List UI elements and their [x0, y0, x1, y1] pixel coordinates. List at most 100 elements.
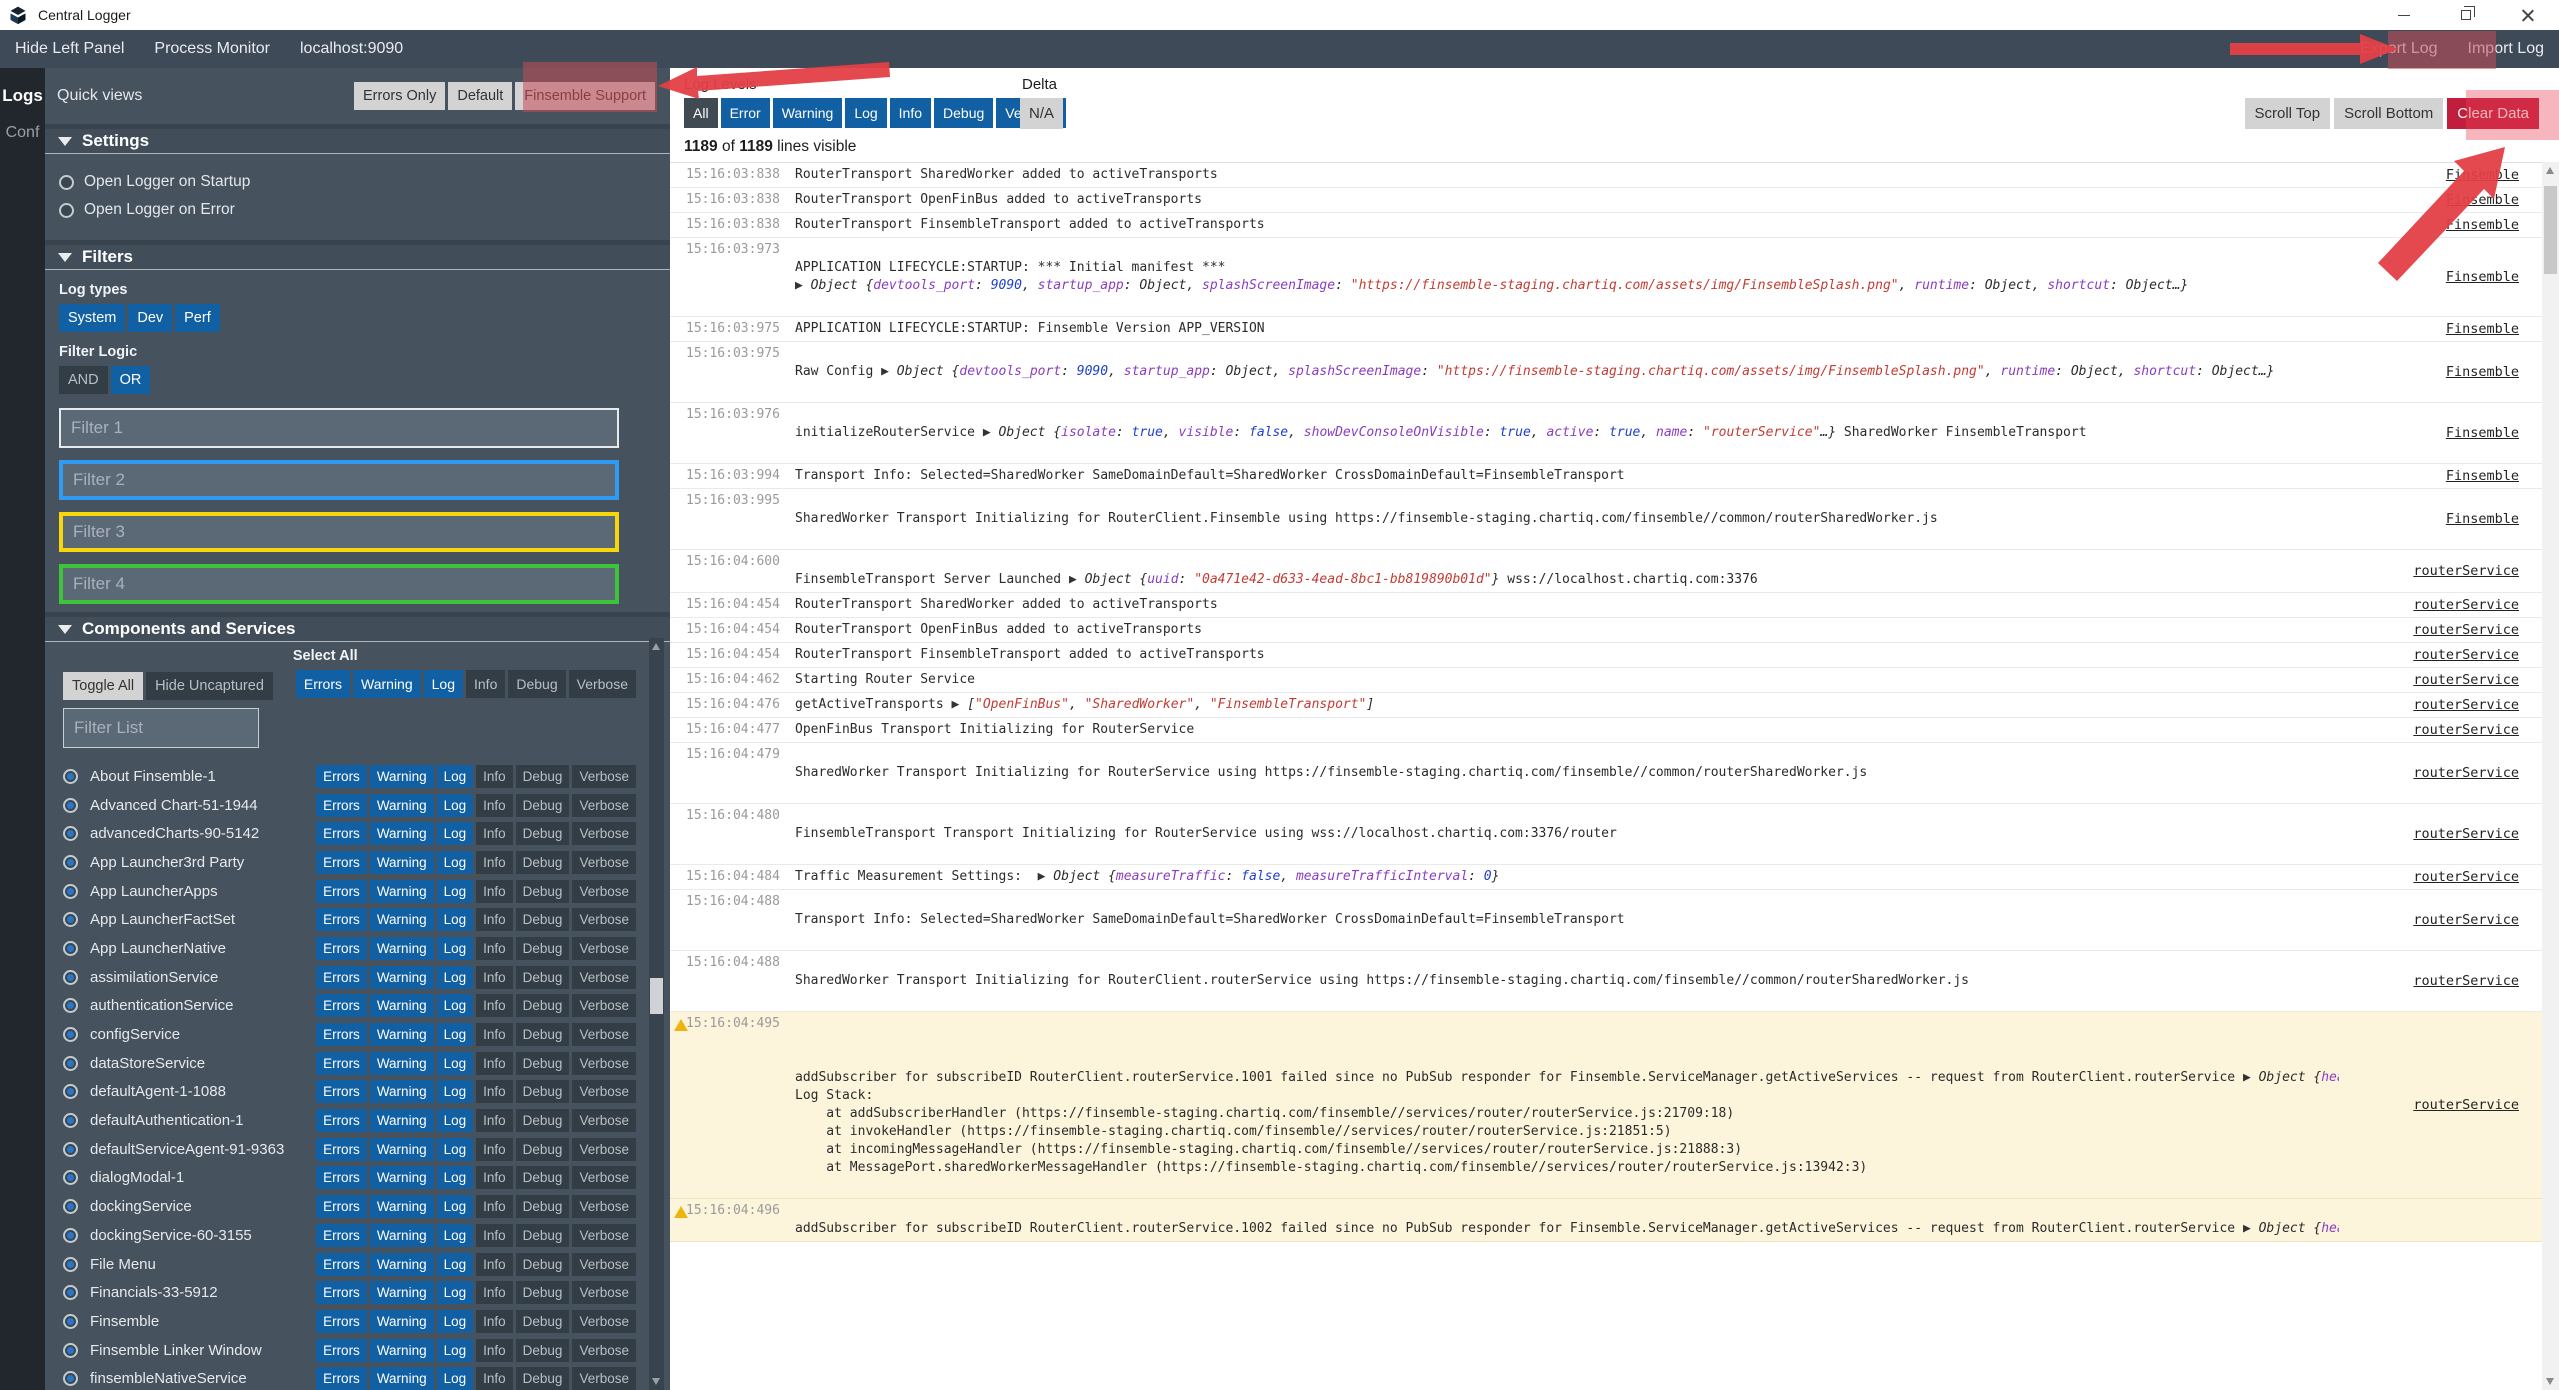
component-level-warning-button[interactable]: Warning	[369, 879, 434, 903]
component-level-debug-button[interactable]: Debug	[515, 1109, 570, 1133]
component-level-debug-button[interactable]: Debug	[515, 908, 570, 932]
component-level-verbose-button[interactable]: Verbose	[572, 1195, 636, 1219]
component-level-verbose-button[interactable]: Verbose	[572, 1309, 636, 1333]
component-level-errors-button[interactable]: Errors	[316, 936, 367, 960]
component-level-verbose-button[interactable]: Verbose	[572, 1367, 636, 1390]
component-level-errors-button[interactable]: Errors	[316, 1367, 367, 1390]
component-level-errors-button[interactable]: Errors	[316, 1195, 367, 1219]
log-level-info-button[interactable]: Info	[889, 98, 932, 128]
component-level-info-button[interactable]: Info	[476, 994, 513, 1018]
component-level-info-button[interactable]: Info	[476, 1137, 513, 1161]
component-level-info-button[interactable]: Info	[476, 1109, 513, 1133]
scrollbar-thumb[interactable]	[2544, 186, 2557, 274]
log-source-link[interactable]: routerService	[2339, 597, 2519, 613]
tab-config[interactable]: Conf	[6, 124, 40, 142]
component-level-debug-button[interactable]: Debug	[515, 1281, 570, 1305]
component-level-debug-button[interactable]: Debug	[515, 936, 570, 960]
log-source-link[interactable]: routerService	[2339, 647, 2519, 663]
component-row-advanced-chart-51-1944[interactable]: Advanced Chart-51-1944 Errors Warning Log I…	[45, 791, 670, 820]
log-level-error-button[interactable]: Error	[720, 98, 770, 128]
select-all-verbose-button[interactable]: Verbose	[568, 670, 636, 698]
log-source-link[interactable]: routerService	[2339, 765, 2519, 781]
component-level-errors-button[interactable]: Errors	[316, 1223, 367, 1247]
component-row-finsemblenativeservice[interactable]: finsembleNativeService Errors Warning Log I…	[45, 1364, 670, 1390]
component-level-errors-button[interactable]: Errors	[316, 1080, 367, 1104]
component-row-assimilationservice[interactable]: assimilationService Errors Warning Log Info…	[45, 963, 670, 992]
log-type-system-button[interactable]: System	[59, 304, 126, 332]
log-source-link[interactable]: routerService	[2339, 672, 2519, 688]
scroll-top-button[interactable]: Scroll Top	[2244, 98, 2331, 129]
component-level-errors-button[interactable]: Errors	[316, 908, 367, 932]
component-level-errors-button[interactable]: Errors	[316, 1023, 367, 1047]
component-level-info-button[interactable]: Info	[476, 1367, 513, 1390]
component-level-info-button[interactable]: Info	[476, 936, 513, 960]
component-level-errors-button[interactable]: Errors	[316, 1166, 367, 1190]
component-radio[interactable]	[63, 854, 78, 870]
component-level-log-button[interactable]: Log	[436, 1195, 474, 1219]
component-level-warning-button[interactable]: Warning	[369, 822, 434, 846]
component-level-debug-button[interactable]: Debug	[515, 1309, 570, 1333]
tab-logs[interactable]: Logs	[2, 86, 43, 106]
component-level-warning-button[interactable]: Warning	[369, 1338, 434, 1362]
log-type-dev-button[interactable]: Dev	[128, 304, 173, 332]
component-level-warning-button[interactable]: Warning	[369, 793, 434, 817]
component-level-log-button[interactable]: Log	[436, 1080, 474, 1104]
component-level-errors-button[interactable]: Errors	[316, 1309, 367, 1333]
component-level-warning-button[interactable]: Warning	[369, 1195, 434, 1219]
component-level-info-button[interactable]: Info	[476, 793, 513, 817]
radio-icon[interactable]	[59, 202, 74, 218]
component-row-app-launcher3rd-party[interactable]: App Launcher3rd Party Errors Warning Log In…	[45, 848, 670, 877]
component-level-warning-button[interactable]: Warning	[369, 1023, 434, 1047]
log-source-link[interactable]: routerService	[2339, 826, 2519, 842]
component-level-errors-button[interactable]: Errors	[316, 850, 367, 874]
radio-icon[interactable]	[59, 174, 74, 190]
component-level-verbose-button[interactable]: Verbose	[572, 764, 636, 788]
component-row-defaultserviceagent-91-9363[interactable]: defaultServiceAgent-91-9363 Errors Warnin…	[45, 1135, 670, 1164]
component-level-errors-button[interactable]: Errors	[316, 1281, 367, 1305]
component-level-log-button[interactable]: Log	[436, 1309, 474, 1333]
component-level-verbose-button[interactable]: Verbose	[572, 850, 636, 874]
scroll-up-icon[interactable]	[652, 643, 660, 650]
component-level-log-button[interactable]: Log	[436, 793, 474, 817]
setting-open-logger-on-error[interactable]: Open Logger on Error	[59, 196, 656, 224]
component-radio[interactable]	[63, 883, 78, 899]
component-level-errors-button[interactable]: Errors	[316, 1137, 367, 1161]
component-level-verbose-button[interactable]: Verbose	[572, 822, 636, 846]
component-level-info-button[interactable]: Info	[476, 1252, 513, 1276]
component-level-debug-button[interactable]: Debug	[515, 1223, 570, 1247]
scroll-down-icon[interactable]	[2546, 1378, 2554, 1385]
filter-input-1[interactable]	[59, 408, 619, 448]
log-source-link[interactable]: Finsemble	[2339, 167, 2519, 183]
component-level-debug-button[interactable]: Debug	[515, 764, 570, 788]
component-level-verbose-button[interactable]: Verbose	[572, 1109, 636, 1133]
component-radio[interactable]	[63, 768, 78, 784]
component-radio[interactable]	[63, 969, 78, 985]
log-scrollbar[interactable]	[2542, 162, 2559, 1390]
component-level-verbose-button[interactable]: Verbose	[572, 994, 636, 1018]
component-level-debug-button[interactable]: Debug	[515, 879, 570, 903]
component-level-log-button[interactable]: Log	[436, 936, 474, 960]
component-level-debug-button[interactable]: Debug	[515, 793, 570, 817]
component-level-errors-button[interactable]: Errors	[316, 764, 367, 788]
component-level-debug-button[interactable]: Debug	[515, 1195, 570, 1219]
component-level-log-button[interactable]: Log	[436, 879, 474, 903]
component-level-warning-button[interactable]: Warning	[369, 1051, 434, 1075]
component-level-warning-button[interactable]: Warning	[369, 1080, 434, 1104]
select-all-info-button[interactable]: Info	[466, 670, 506, 698]
component-level-debug-button[interactable]: Debug	[515, 1166, 570, 1190]
component-row-advancedcharts-90-5142[interactable]: advancedCharts-90-5142 Errors Warning Log I…	[45, 819, 670, 848]
filters-section-header[interactable]: Filters	[45, 240, 670, 270]
log-source-link[interactable]: routerService	[2339, 912, 2519, 928]
component-level-info-button[interactable]: Info	[476, 1338, 513, 1362]
component-row-file-menu[interactable]: File Menu Errors Warning Log Info Debug Verbo…	[45, 1250, 670, 1279]
component-row-defaultagent-1-1088[interactable]: defaultAgent-1-1088 Errors Warning Log Info…	[45, 1078, 670, 1107]
select-all-errors-button[interactable]: Errors	[295, 670, 351, 698]
component-level-log-button[interactable]: Log	[436, 994, 474, 1018]
component-row-authenticationservice[interactable]: authenticationService Errors Warning Log In…	[45, 992, 670, 1021]
menu-item-import-log[interactable]: Import Log	[2453, 30, 2559, 68]
hide-uncaptured-button[interactable]: Hide Uncaptured	[146, 672, 273, 700]
log-source-link[interactable]: routerService	[2339, 973, 2519, 989]
component-level-errors-button[interactable]: Errors	[316, 879, 367, 903]
component-level-info-button[interactable]: Info	[476, 850, 513, 874]
component-level-debug-button[interactable]: Debug	[515, 1137, 570, 1161]
